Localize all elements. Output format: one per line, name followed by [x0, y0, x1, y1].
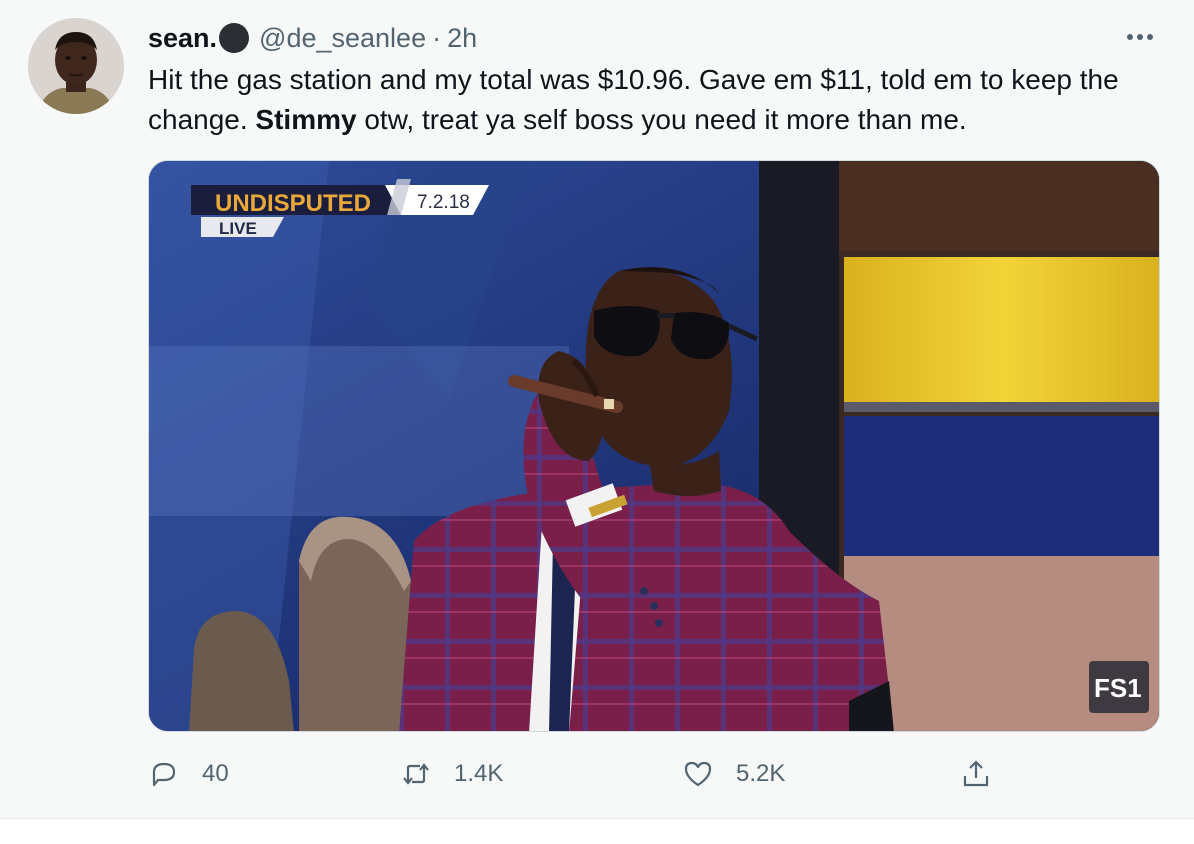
broadcast-date: 7.2.18	[417, 192, 470, 213]
footer-strip	[0, 818, 1194, 844]
show-title: UNDISPUTED	[215, 190, 371, 217]
avatar[interactable]	[28, 18, 124, 114]
tweet-header: sean. @de_seanlee · 2h	[148, 18, 477, 58]
like-count: 5.2K	[736, 760, 786, 787]
retweet-icon	[403, 763, 429, 785]
reply-count: 40	[202, 760, 229, 787]
more-icon[interactable]	[1120, 22, 1160, 52]
tweet-text-part2: otw, treat ya self boss you need it more…	[356, 104, 967, 135]
black-circle-emoji-icon	[219, 23, 250, 53]
tweet-text-bold: Stimmy	[255, 104, 357, 135]
reply-icon	[152, 762, 176, 787]
tweet-card[interactable]: sean. @de_seanlee · 2h Hit the gas stati…	[0, 0, 1194, 818]
retweet-button[interactable]: 1.4K	[400, 752, 503, 796]
like-button[interactable]: 5.2K	[682, 752, 785, 796]
author-handle[interactable]: @de_seanlee	[259, 23, 426, 54]
network-logo: FS1	[1094, 673, 1142, 703]
like-icon	[684, 761, 712, 787]
live-label: LIVE	[219, 219, 257, 238]
share-icon	[963, 760, 989, 787]
tweet-media-image[interactable]: UNDISPUTED LIVE 7.2.18 FS1	[148, 160, 1160, 732]
reply-button[interactable]: 40	[148, 752, 229, 796]
tweet-actions: 40 1.4K 5.2K	[148, 752, 1008, 796]
timestamp[interactable]: 2h	[447, 23, 477, 54]
share-button[interactable]	[960, 752, 992, 796]
tweet-text: Hit the gas station and my total was $10…	[148, 60, 1168, 140]
retweet-count: 1.4K	[454, 760, 504, 787]
author-name[interactable]: sean.	[148, 23, 217, 54]
separator: ·	[432, 22, 442, 53]
